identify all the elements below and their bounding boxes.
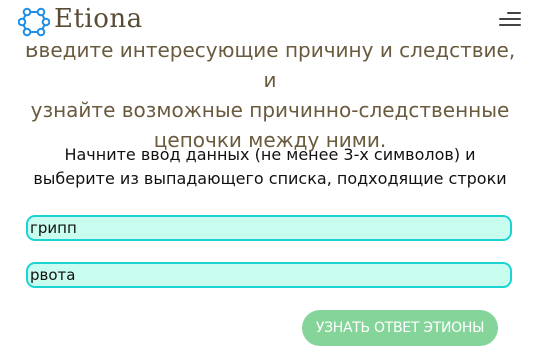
brand-name[interactable]: Etiona [54, 4, 143, 34]
molecule-logo-icon[interactable] [18, 6, 50, 38]
intro-line-2: узнайте возможные причинно-следственные [30, 98, 510, 122]
instructions-line-2: выберите из выпадающего списка, подходящ… [33, 169, 507, 188]
hamburger-menu-icon[interactable] [499, 12, 521, 28]
site-header: Etiona [0, 0, 539, 46]
intro-line-3: цепочки между ними. [153, 128, 387, 152]
intro-text: Введите интересующие причину и следствие… [20, 35, 520, 155]
effect-input[interactable] [26, 262, 512, 288]
cause-input[interactable] [26, 215, 512, 241]
submit-button[interactable]: УЗНАТЬ ОТВЕТ ЭТИОНЫ [302, 310, 498, 346]
intro-line-1: Введите интересующие причину и следствие… [24, 38, 516, 92]
